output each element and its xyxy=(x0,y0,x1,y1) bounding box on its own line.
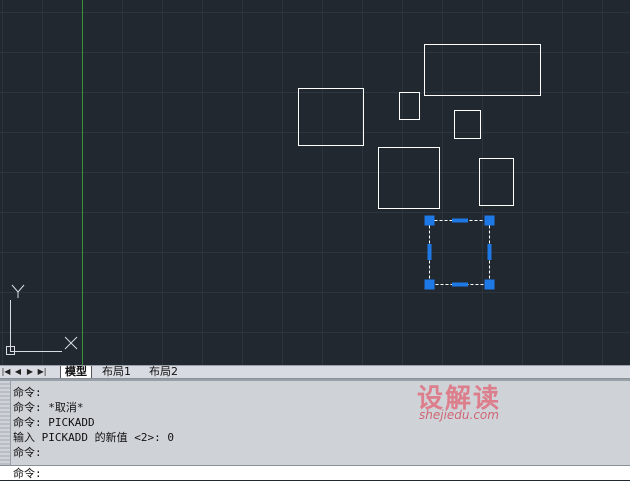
command-history-line: 命令: xyxy=(13,446,42,459)
command-prompt: 命令: xyxy=(13,467,42,480)
command-history[interactable]: 命令: 命令: *取消* 命令: PICKADD 输入 PICKADD 的新值 … xyxy=(0,379,630,465)
last-tab-button[interactable]: ▶| xyxy=(37,366,47,378)
watermark-logo: 设解读 shejiedu.com xyxy=(415,382,530,424)
tab-layout1[interactable]: 布局1 xyxy=(98,366,135,378)
command-history-line: 命令: *取消* xyxy=(13,401,84,414)
midpoint-grip[interactable] xyxy=(487,244,492,260)
rectangle-entity[interactable] xyxy=(298,88,364,146)
tab-model[interactable]: 模型 xyxy=(60,366,92,378)
command-history-line: 输入 PICKADD 的新值 <2>: 0 xyxy=(13,431,174,444)
first-tab-button[interactable]: |◀ xyxy=(1,366,11,378)
drawing-area[interactable]: X Y xyxy=(0,0,630,365)
midpoint-grip[interactable] xyxy=(427,244,432,260)
prev-tab-button[interactable]: ◀ xyxy=(13,366,23,378)
rectangle-entity[interactable] xyxy=(378,147,440,209)
rectangle-entity[interactable] xyxy=(454,110,481,139)
midpoint-grip[interactable] xyxy=(452,218,468,223)
drawing-canvas[interactable]: X Y xyxy=(0,0,630,365)
command-history-line: 命令: PICKADD xyxy=(13,416,95,429)
midpoint-grip[interactable] xyxy=(452,282,468,287)
corner-grip[interactable] xyxy=(484,215,495,226)
tab-layout2[interactable]: 布局2 xyxy=(145,366,182,378)
corner-grip[interactable] xyxy=(424,215,435,226)
next-tab-button[interactable]: ▶ xyxy=(25,366,35,378)
layout-tab-bar: |◀ ◀ ▶ ▶| 模型 布局1 布局2 xyxy=(0,365,630,379)
command-history-line: 命令: xyxy=(13,386,42,399)
rectangle-entity[interactable] xyxy=(479,158,514,206)
grid xyxy=(0,0,630,365)
watermark-subtitle: shejiedu.com xyxy=(419,408,499,422)
ucs-icon xyxy=(6,284,78,355)
command-input[interactable]: 命令: xyxy=(0,465,630,480)
corner-grip[interactable] xyxy=(484,279,495,290)
command-window-grip[interactable] xyxy=(0,381,11,465)
corner-grip[interactable] xyxy=(424,279,435,290)
